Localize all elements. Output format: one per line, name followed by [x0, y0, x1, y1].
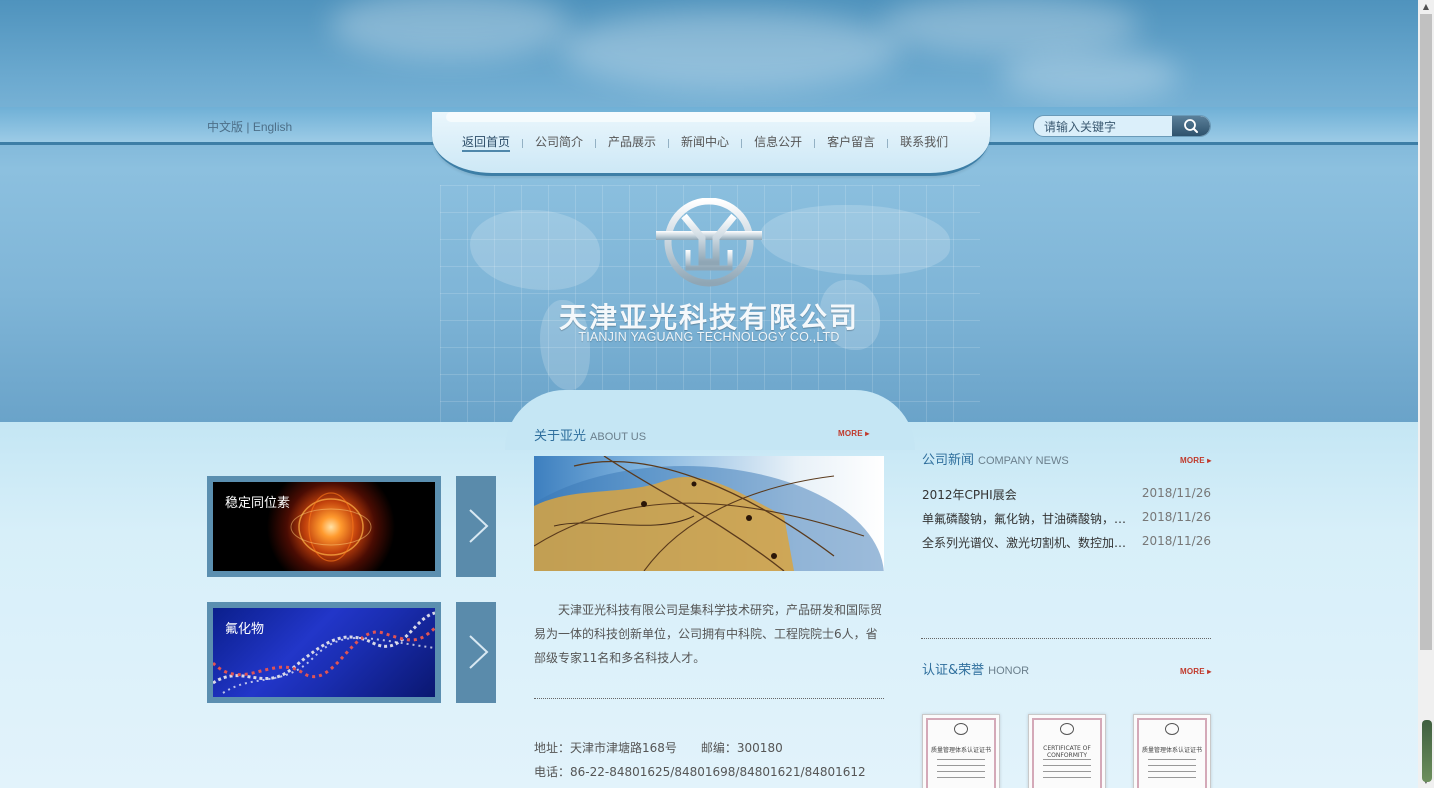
globe-network-icon [534, 456, 884, 571]
product-card-fluoride[interactable]: 氟化物 [207, 602, 441, 703]
nav-item-news[interactable]: 新闻中心 [681, 134, 729, 152]
nav-separator [595, 138, 597, 148]
news-section-title: 公司新闻 COMPANY NEWS [922, 449, 1069, 468]
nav-separator [887, 138, 889, 148]
page-scrollbar[interactable]: ▲ ▼ [1418, 0, 1434, 788]
honor-title: 认证&荣誉 [922, 663, 985, 678]
about-globe-image [534, 456, 884, 571]
nav-separator [522, 138, 524, 148]
divider [534, 698, 884, 699]
nav-item-contact[interactable]: 联系我们 [900, 134, 948, 152]
main-nav: 返回首页 公司简介 产品展示 新闻中心 信息公开 客户留言 联系我们 [462, 134, 948, 152]
logo-emblem-icon [656, 198, 762, 287]
scroll-up-arrow-icon[interactable]: ▲ [1418, 0, 1434, 14]
lang-chinese-link[interactable]: 中文版 [207, 120, 243, 134]
news-more-link[interactable]: MORE [1180, 456, 1211, 465]
nav-separator [741, 138, 743, 148]
news-item-title: 全系列光谱仪、激光切割机、数控加工中心 [922, 536, 1136, 550]
certificate-image[interactable]: CERTIFICATE OF CONFORMITY [1028, 714, 1106, 788]
nav-item-disclosure[interactable]: 信息公开 [754, 134, 802, 152]
news-item[interactable]: 2012年CPHI展会 2018/11/26 [922, 486, 1211, 504]
divider [921, 638, 1211, 639]
cert-seal-icon [1060, 723, 1074, 735]
about-title: 关于亚光 [534, 429, 587, 444]
about-description: 天津亚光科技有限公司是集科学技术研究，产品研发和国际贸易为一体的科技创新单位，公… [534, 603, 883, 665]
product-label: 稳定同位素 [225, 496, 291, 511]
about-more-link[interactable]: MORE [838, 429, 869, 438]
product-label: 氟化物 [225, 622, 265, 637]
honor-subtitle: HONOR [988, 665, 1030, 677]
search-icon [1184, 119, 1198, 133]
news-item-date: 2018/11/26 [1141, 534, 1211, 548]
honor-more-link[interactable]: MORE [1180, 667, 1211, 676]
company-phone: 电话：86-22-84801625/84801698/84801621/8480… [534, 765, 866, 779]
cert-seal-icon [1165, 723, 1179, 735]
search-button[interactable] [1172, 116, 1210, 136]
product-arrow-button[interactable] [456, 476, 496, 577]
cert-title: CERTIFICATE OF CONFORMITY [1043, 745, 1091, 759]
product-card-isotope[interactable]: 稳定同位素 [207, 476, 441, 577]
company-name-en: TIANJIN YAGUANG TECHNOLOGY CO.,LTD [578, 330, 840, 344]
nav-item-about[interactable]: 公司简介 [535, 134, 583, 152]
scroll-thumb[interactable] [1420, 14, 1432, 650]
lang-separator: | [246, 120, 250, 134]
chevron-right-icon [469, 509, 489, 543]
language-switcher: 中文版 | English [207, 118, 292, 135]
certificate-image[interactable]: 质量管理体系认证证书 [922, 714, 1000, 788]
nav-item-products[interactable]: 产品展示 [608, 134, 656, 152]
nav-separator [814, 138, 816, 148]
news-item-date: 2018/11/26 [1141, 510, 1211, 524]
about-subtitle: ABOUT US [590, 431, 647, 443]
nav-item-messages[interactable]: 客户留言 [827, 134, 875, 152]
news-item-title: 单氟磷酸钠，氟化钠，甘油磷酸钠，六偏磷酸钠 [922, 512, 1136, 526]
nav-separator [668, 138, 670, 148]
cert-seal-icon [954, 723, 968, 735]
news-subtitle: COMPANY NEWS [978, 455, 1069, 467]
search-box [1033, 115, 1211, 137]
news-title: 公司新闻 [922, 453, 975, 468]
about-section-title: 关于亚光 ABOUT US [534, 425, 646, 444]
company-address: 地址：天津市津塘路168号 邮编：300180 [534, 741, 783, 755]
product-image-isotope: 稳定同位素 [213, 482, 435, 571]
lang-english-link[interactable]: English [253, 120, 292, 134]
chevron-right-icon [469, 635, 489, 669]
product-image-fluoride: 氟化物 [213, 608, 435, 697]
news-item-title: 2012年CPHI展会 [922, 488, 1017, 502]
news-item[interactable]: 单氟磷酸钠，氟化钠，甘油磷酸钠，六偏磷酸钠 2018/11/26 [922, 510, 1211, 528]
news-item-date: 2018/11/26 [1141, 486, 1211, 500]
honor-section-title: 认证&荣誉 HONOR [922, 659, 1029, 678]
certificate-image[interactable]: 质量管理体系认证证书 [1133, 714, 1211, 788]
search-input[interactable] [1044, 118, 1170, 135]
product-arrow-button[interactable] [456, 602, 496, 703]
cert-title: 质量管理体系认证证书 [1142, 747, 1203, 754]
company-logo: 天津亚光科技有限公司 TIANJIN YAGUANG TECHNOLOGY CO… [556, 198, 862, 348]
cert-title: 质量管理体系认证证书 [931, 747, 992, 754]
news-item[interactable]: 全系列光谱仪、激光切割机、数控加工中心 2018/11/26 [922, 534, 1211, 552]
nav-item-home[interactable]: 返回首页 [462, 134, 511, 152]
side-float-widget[interactable] [1422, 720, 1432, 782]
